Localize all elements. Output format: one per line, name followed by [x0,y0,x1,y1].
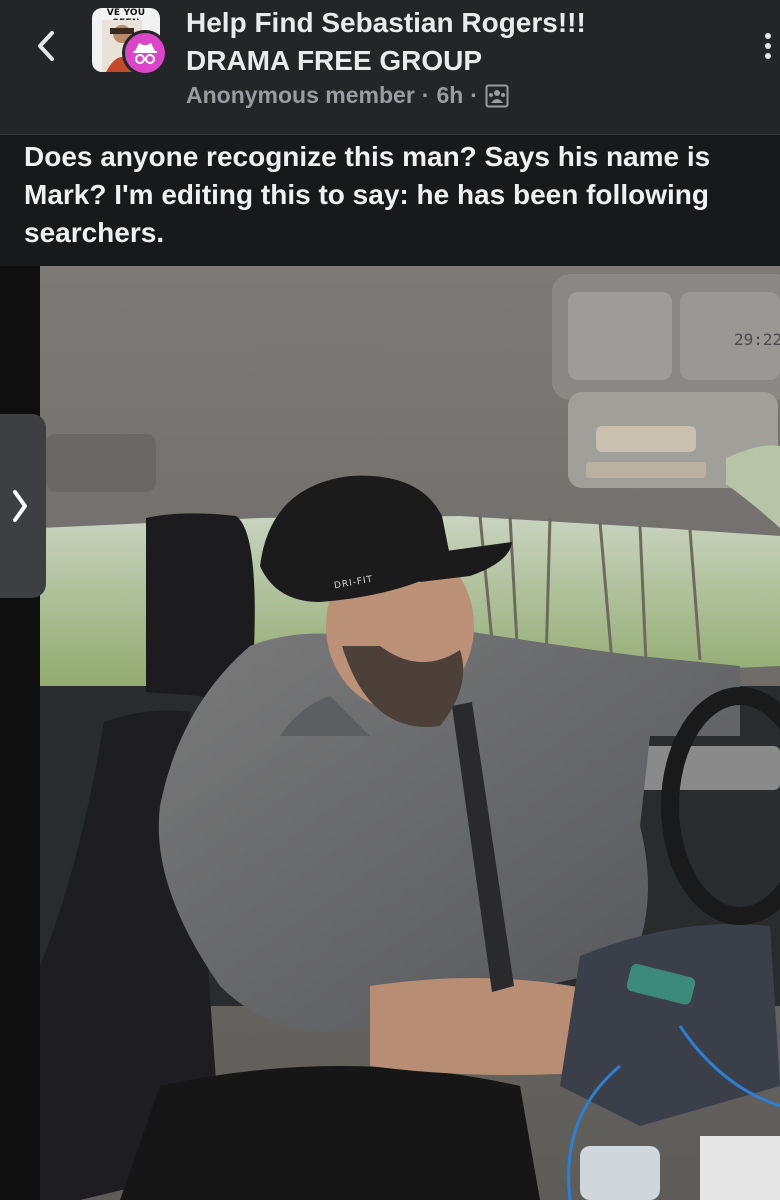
author-name[interactable]: Anonymous member [186,82,415,109]
post-header: VE YOU SEEN Help Find Sebastian Rogers!!… [0,0,780,134]
post-time[interactable]: 6h [436,82,463,109]
post-photo[interactable] [40,266,780,1200]
post-body-text: Does anyone recognize this man? Says his… [24,141,711,248]
photo-left-margin [0,266,40,1200]
back-button[interactable] [28,24,64,68]
group-title[interactable]: Help Find Sebastian Rogers!!! DRAMA FREE… [186,4,746,80]
photo-timestamp-overlay: 29:22 [734,330,780,349]
incognito-icon [122,30,168,76]
meta-separator-2: · [470,82,478,108]
post-meta: Anonymous member · 6h · [186,82,509,109]
chevron-right-icon [13,490,27,522]
header-divider [0,134,780,135]
meta-separator: · [421,82,430,108]
more-options-icon [765,33,771,59]
more-options-button[interactable] [760,26,776,66]
next-photo-button[interactable] [0,414,46,598]
group-title-line2: DRAMA FREE GROUP [186,45,483,76]
group-avatar[interactable]: VE YOU SEEN [92,8,172,78]
car-interior-photo [40,266,780,1200]
group-members-icon [485,84,509,107]
group-title-line1: Help Find Sebastian Rogers!!! [186,7,586,38]
chevron-left-icon [38,31,54,61]
